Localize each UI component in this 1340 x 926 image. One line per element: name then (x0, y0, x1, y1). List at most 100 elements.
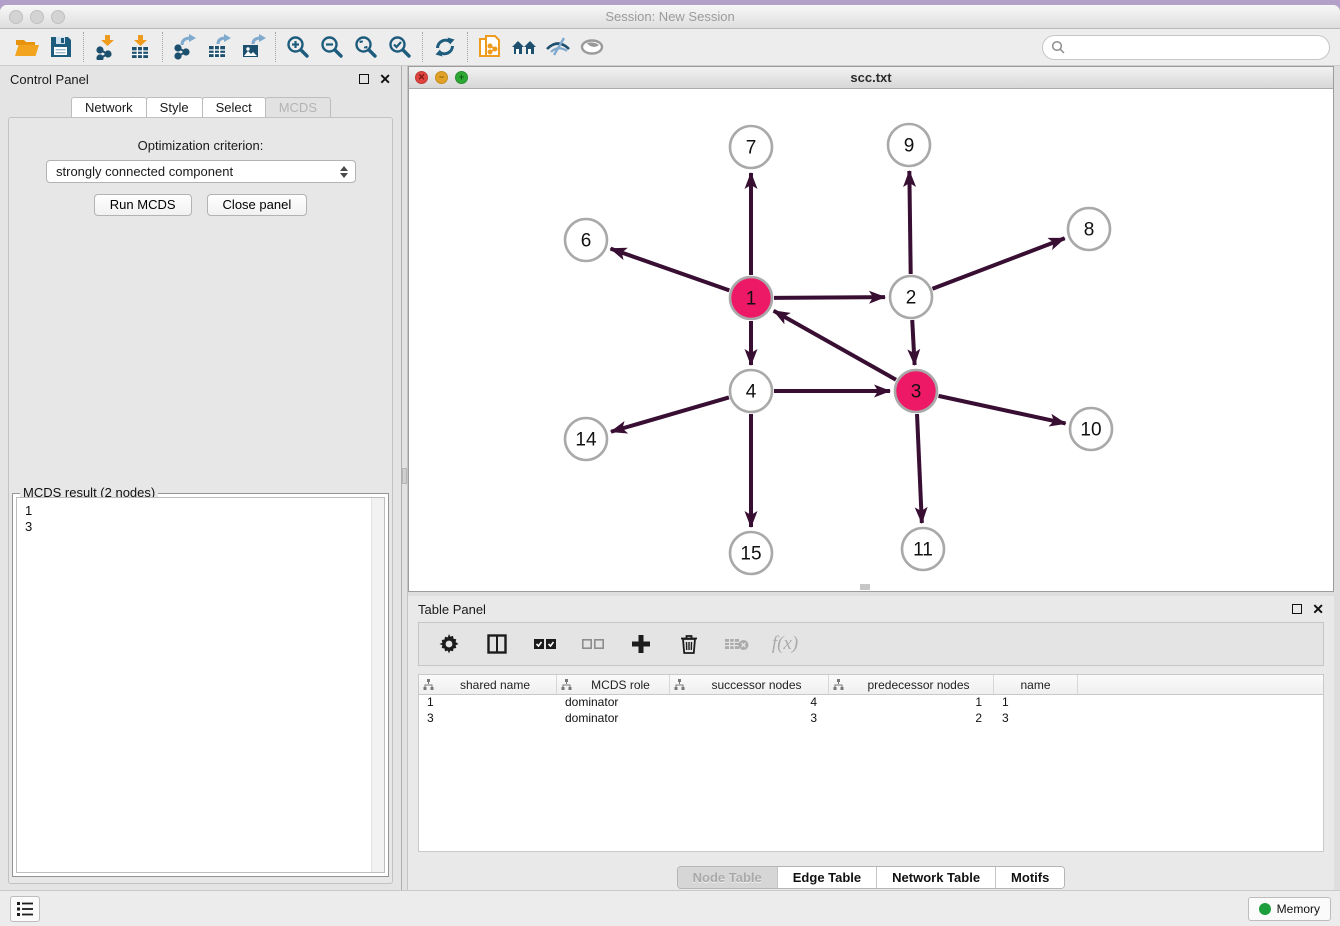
close-panel-icon[interactable]: ✕ (379, 74, 391, 84)
node-table[interactable]: shared nameMCDS rolesuccessor nodesprede… (418, 674, 1324, 852)
edge-2-9[interactable] (909, 171, 910, 274)
zoom-fit-icon[interactable] (349, 32, 383, 62)
run-mcds-button[interactable]: Run MCDS (94, 194, 192, 216)
deselect-all-icon[interactable] (579, 629, 607, 659)
import-table-icon[interactable] (123, 32, 157, 62)
column-header-shared-name[interactable]: shared name (419, 675, 557, 694)
function-fx-icon: f(x) (771, 629, 799, 659)
panel-splitter[interactable] (401, 66, 408, 890)
edge-3-1[interactable] (774, 311, 896, 380)
zoom-out-icon[interactable] (315, 32, 349, 62)
select-all-icon[interactable] (531, 629, 559, 659)
memory-button[interactable]: Memory (1248, 897, 1331, 921)
close-view-button[interactable]: ✕ (415, 71, 428, 84)
mcds-result-list[interactable]: 13 (16, 497, 385, 873)
table-panel: Table Panel ✕ (408, 596, 1334, 890)
cell-MCDS-role[interactable]: dominator (557, 711, 670, 727)
zoom-selected-icon[interactable] (383, 32, 417, 62)
splitter-grip-icon[interactable] (402, 468, 407, 484)
tab-edge-table[interactable]: Edge Table (777, 867, 876, 888)
cell-shared-name[interactable]: 1 (419, 695, 557, 711)
edge-1-6[interactable] (611, 249, 730, 291)
criterion-dropdown[interactable]: strongly connected component (46, 160, 356, 183)
home-layout-icon[interactable] (507, 32, 541, 62)
tab-mcds[interactable]: MCDS (265, 97, 331, 117)
node-label-2: 2 (906, 288, 917, 309)
list-icon (16, 901, 34, 917)
table-row[interactable]: 3dominator323 (419, 711, 1323, 727)
tab-motifs[interactable]: Motifs (995, 867, 1064, 888)
edge-3-11[interactable] (917, 414, 922, 523)
export-image-icon[interactable] (236, 32, 270, 62)
tab-node-table[interactable]: Node Table (678, 867, 777, 888)
tab-select[interactable]: Select (202, 97, 266, 117)
table-row[interactable]: 1dominator411 (419, 695, 1323, 711)
result-line: 3 (25, 519, 376, 535)
toolbar-separator (162, 32, 163, 62)
gear-icon[interactable] (435, 629, 463, 659)
column-header-predecessor-nodes[interactable]: predecessor nodes (829, 675, 994, 694)
tab-network-table[interactable]: Network Table (876, 867, 995, 888)
search-box[interactable] (1042, 35, 1330, 60)
chevron-up-down-icon (335, 166, 355, 178)
edge-1-2[interactable] (774, 297, 885, 298)
node-label-10: 10 (1080, 420, 1101, 441)
control-panel-header: Control Panel ✕ (0, 66, 401, 92)
export-table-icon[interactable] (202, 32, 236, 62)
column-header-MCDS-role[interactable]: MCDS role (557, 675, 670, 694)
cell-name[interactable]: 1 (994, 695, 1078, 711)
tab-style[interactable]: Style (146, 97, 203, 117)
cell-successor-nodes[interactable]: 4 (670, 695, 829, 711)
edge-4-14[interactable] (611, 397, 729, 431)
refresh-icon[interactable] (428, 32, 462, 62)
resize-grip-icon[interactable] (860, 584, 870, 590)
preview-eye-icon[interactable] (575, 32, 609, 62)
maximize-window-button[interactable] (51, 10, 65, 24)
zoom-in-icon[interactable] (281, 32, 315, 62)
add-column-icon[interactable] (627, 629, 655, 659)
edge-2-8[interactable] (932, 238, 1064, 289)
hide-unhide-icon[interactable] (541, 32, 575, 62)
main-area: Control Panel ✕ NetworkStyleSelectMCDS O… (0, 66, 1340, 890)
duplicate-network-icon[interactable] (473, 32, 507, 62)
network-graph[interactable]: 7968124314101511 (409, 89, 1333, 591)
search-icon (1051, 40, 1065, 54)
cell-MCDS-role[interactable]: dominator (557, 695, 670, 711)
save-session-icon[interactable] (44, 32, 78, 62)
table-toolbar: f(x) (418, 622, 1324, 666)
edge-3-10[interactable] (938, 396, 1065, 424)
close-panel-button[interactable]: Close panel (207, 194, 308, 216)
maximize-view-button[interactable]: + (455, 71, 468, 84)
minimize-window-button[interactable] (30, 10, 44, 24)
delete-icon[interactable] (675, 629, 703, 659)
task-history-button[interactable] (10, 896, 40, 922)
edge-2-3[interactable] (912, 320, 914, 365)
open-file-icon[interactable] (10, 32, 44, 62)
close-table-panel-icon[interactable]: ✕ (1312, 604, 1324, 614)
import-network-icon[interactable] (89, 32, 123, 62)
cell-shared-name[interactable]: 3 (419, 711, 557, 727)
network-window-titlebar: ✕ − + scc.txt (409, 67, 1333, 89)
minimize-view-button[interactable]: − (435, 71, 448, 84)
mcds-result-group: MCDS result (2 nodes) 13 (12, 493, 389, 877)
delete-table-icon (723, 629, 751, 659)
tab-network[interactable]: Network (71, 97, 147, 117)
column-tree-icon (561, 679, 572, 690)
search-input[interactable] (1070, 37, 1329, 57)
graph-canvas[interactable]: 7968124314101511 (409, 89, 1333, 591)
node-label-15: 15 (740, 544, 761, 565)
cell-predecessor-nodes[interactable]: 1 (829, 695, 994, 711)
cell-successor-nodes[interactable]: 3 (670, 711, 829, 727)
scrollbar-track[interactable] (371, 498, 384, 872)
cell-name[interactable]: 3 (994, 711, 1078, 727)
cell-predecessor-nodes[interactable]: 2 (829, 711, 994, 727)
column-header-name[interactable]: name (994, 675, 1078, 694)
float-panel-icon[interactable] (359, 74, 369, 84)
column-header-successor-nodes[interactable]: successor nodes (670, 675, 829, 694)
close-window-button[interactable] (9, 10, 23, 24)
float-table-panel-icon[interactable] (1292, 604, 1302, 614)
control-panel-title: Control Panel (10, 72, 89, 87)
split-columns-icon[interactable] (483, 629, 511, 659)
export-network-icon[interactable] (168, 32, 202, 62)
node-label-4: 4 (746, 382, 757, 403)
